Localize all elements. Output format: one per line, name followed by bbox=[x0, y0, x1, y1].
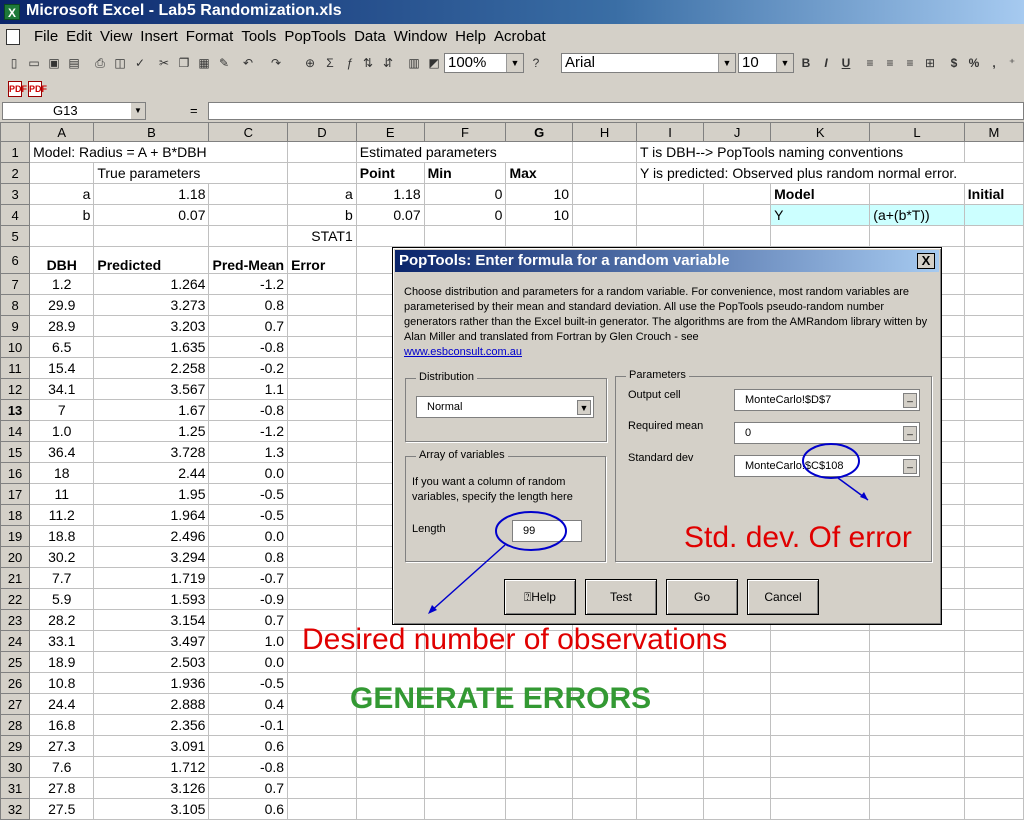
cell-predicted[interactable]: 3.105 bbox=[93, 798, 210, 820]
cell[interactable] bbox=[287, 777, 357, 799]
cell[interactable] bbox=[869, 798, 965, 820]
cell[interactable] bbox=[963, 777, 1024, 799]
cell[interactable] bbox=[963, 798, 1024, 820]
cell[interactable] bbox=[572, 798, 637, 820]
row-header[interactable]: 31 bbox=[0, 777, 31, 799]
cell[interactable] bbox=[869, 777, 965, 799]
cell-predicted[interactable]: 3.126 bbox=[93, 777, 210, 799]
cell[interactable] bbox=[423, 798, 507, 820]
std-dev-arrowhead bbox=[860, 492, 868, 500]
cell[interactable] bbox=[572, 777, 637, 799]
cell[interactable] bbox=[505, 777, 574, 799]
generate-errors-annotation: GENERATE ERRORS bbox=[350, 682, 652, 715]
table-row: 31 27.8 3.126 0.7 bbox=[0, 777, 1024, 799]
length-arrow bbox=[429, 544, 506, 613]
cell[interactable] bbox=[703, 798, 772, 820]
cell[interactable] bbox=[287, 798, 357, 820]
cell-pred-mean[interactable]: 0.6 bbox=[208, 798, 289, 820]
cell[interactable] bbox=[770, 777, 871, 799]
cell-pred-mean[interactable]: 0.7 bbox=[208, 777, 289, 799]
std-dev-highlight-circle bbox=[802, 443, 860, 479]
row-header[interactable]: 32 bbox=[0, 798, 31, 820]
cell[interactable] bbox=[423, 777, 507, 799]
cell[interactable] bbox=[770, 798, 871, 820]
cell[interactable] bbox=[505, 798, 574, 820]
std-dev-annotation: Std. dev. Of error bbox=[684, 521, 912, 554]
cell-dbh[interactable]: 27.8 bbox=[29, 777, 95, 799]
desired-observations-annotation: Desired number of observations bbox=[302, 623, 728, 656]
cell[interactable] bbox=[635, 777, 705, 799]
cell[interactable] bbox=[635, 798, 705, 820]
cell[interactable] bbox=[355, 798, 425, 820]
cell[interactable] bbox=[355, 777, 425, 799]
table-row: 32 27.5 3.105 0.6 bbox=[0, 798, 1024, 820]
cell-dbh[interactable]: 27.5 bbox=[29, 798, 95, 820]
length-highlight-circle bbox=[495, 511, 567, 551]
cell[interactable] bbox=[703, 777, 772, 799]
